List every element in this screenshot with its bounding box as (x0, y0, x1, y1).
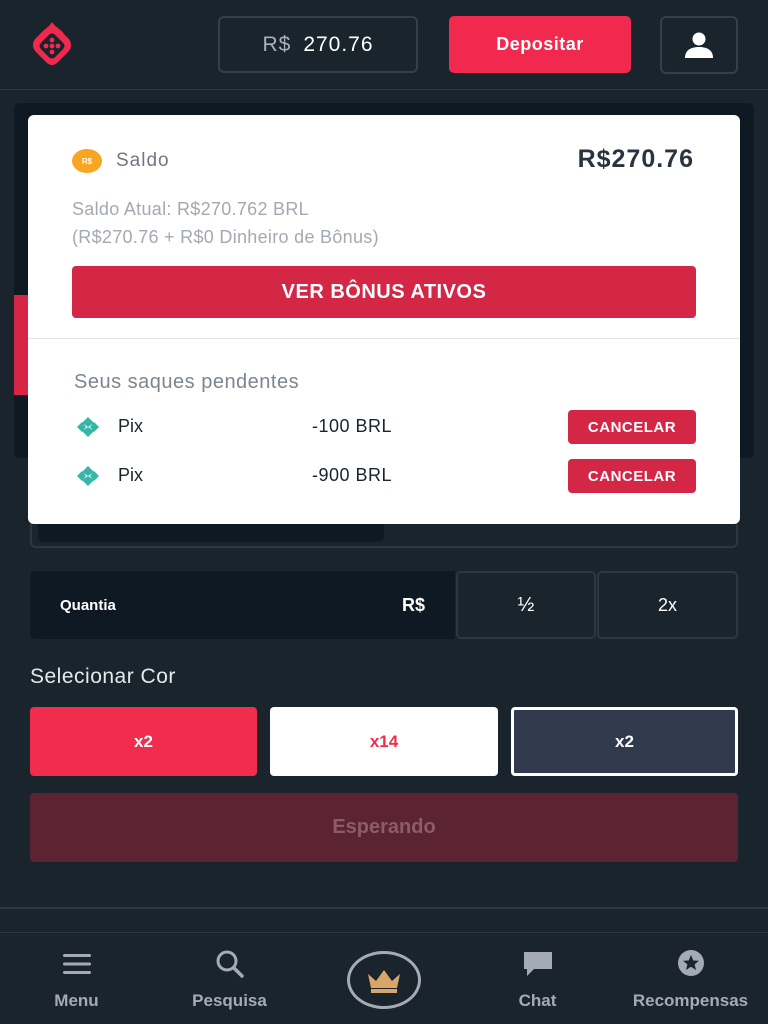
bottom-navigation: Menu Pesquisa Chat Recompensas (0, 932, 768, 1024)
balance-currency: R$ (262, 32, 292, 56)
nav-rewards[interactable]: Recompensas (614, 933, 767, 1024)
cancel-withdrawal-button[interactable]: CANCELAR (568, 410, 696, 444)
nav-crown-button[interactable] (347, 951, 421, 1009)
crown-icon (368, 970, 400, 993)
saldo-current-line: Saldo Atual: R$270.762 BRL (72, 199, 309, 219)
balance-dropdown: R$ Saldo R$270.76 Saldo Atual: R$270.762… (28, 115, 740, 524)
half-amount-button[interactable]: ½ (456, 571, 596, 639)
nav-menu[interactable]: Menu (0, 933, 153, 1024)
nav-search-label: Pesquisa (192, 991, 267, 1010)
user-account-button[interactable] (660, 16, 738, 74)
section-divider (0, 907, 768, 909)
saldo-breakdown-line: (R$270.76 + R$0 Dinheiro de Bônus) (72, 227, 379, 247)
top-header: R$ 270.76 Depositar (0, 0, 768, 90)
withdrawal-amount: -100 BRL (312, 416, 393, 436)
saldo-amount: R$270.76 (577, 145, 694, 173)
color-red-button[interactable]: x2 (30, 707, 257, 776)
withdrawal-method: Pix (118, 416, 144, 436)
pending-withdrawals-title: Seus saques pendentes (74, 371, 300, 393)
search-icon (216, 950, 244, 978)
pix-icon (77, 417, 99, 437)
nav-chat-label: Chat (518, 991, 557, 1010)
deposit-button[interactable]: Depositar (449, 16, 631, 73)
amount-label: Quantia (60, 597, 116, 614)
dice-logo-icon[interactable] (28, 20, 76, 68)
pending-withdrawal-row: Pix -900 BRL CANCELAR (72, 459, 696, 493)
menu-icon (62, 954, 91, 974)
dropdown-divider (28, 338, 740, 339)
saldo-label: Saldo (116, 150, 170, 171)
color-white-button[interactable]: x14 (270, 707, 498, 776)
coin-icon: R$ (72, 149, 102, 173)
amount-currency: R$ (401, 595, 425, 615)
saldo-detail: Saldo Atual: R$270.762 BRL (R$270.76 + R… (72, 195, 379, 251)
balance-amount: 270.76 (303, 32, 374, 56)
pending-withdrawal-row: Pix -100 BRL CANCELAR (72, 410, 696, 444)
nav-rewards-label: Recompensas (632, 991, 749, 1010)
nav-search[interactable]: Pesquisa (153, 933, 306, 1024)
nav-chat[interactable]: Chat (461, 933, 614, 1024)
amount-input[interactable]: Quantia R$ (30, 571, 455, 639)
rewards-icon (677, 950, 704, 976)
view-active-bonus-button[interactable]: VER BÔNUS ATIVOS (72, 266, 696, 318)
user-icon (685, 32, 713, 58)
double-amount-button[interactable]: 2x (597, 571, 738, 639)
color-black-button[interactable]: x2 (511, 707, 738, 776)
pix-icon (77, 466, 99, 486)
chat-icon (523, 952, 552, 976)
waiting-status-button: Esperando (30, 793, 738, 862)
withdrawal-amount: -900 BRL (312, 465, 393, 485)
withdrawal-method: Pix (118, 465, 144, 485)
nav-menu-label: Menu (54, 991, 99, 1010)
cancel-withdrawal-button[interactable]: CANCELAR (568, 459, 696, 493)
balance-display[interactable]: R$ 270.76 (218, 16, 418, 73)
saldo-header: R$ Saldo (72, 149, 170, 173)
select-color-title: Selecionar Cor (30, 665, 176, 688)
